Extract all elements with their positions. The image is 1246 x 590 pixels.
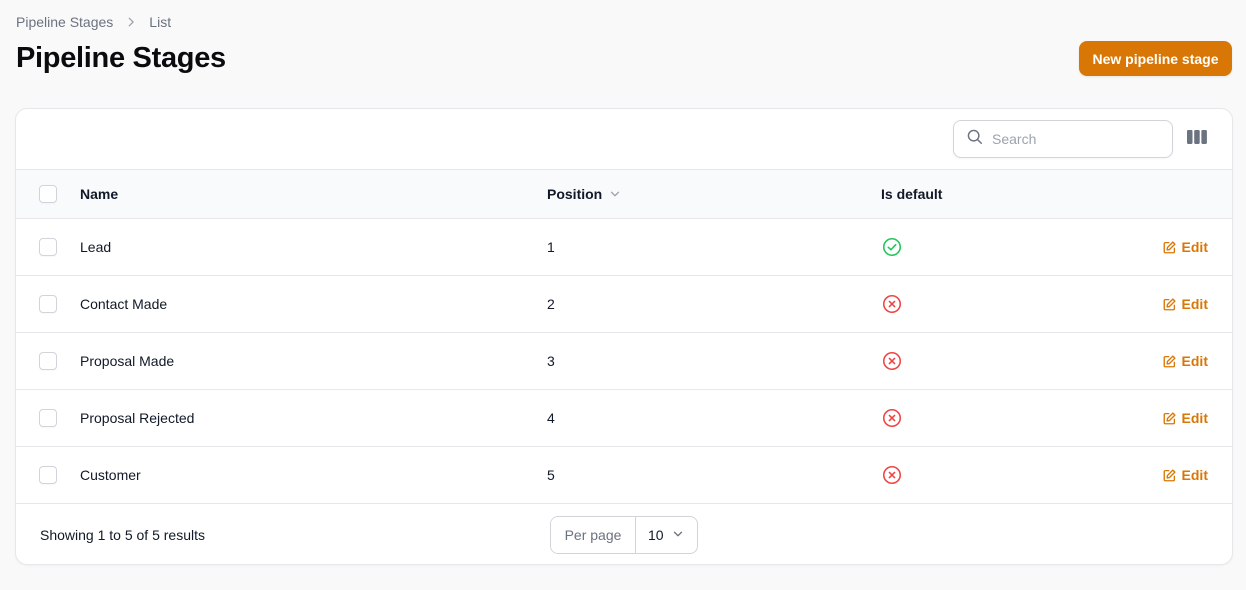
row-checkbox[interactable] [39,238,57,256]
chevron-down-icon [608,187,622,201]
edit-link[interactable]: Edit [1162,239,1208,255]
edit-label: Edit [1181,296,1208,312]
per-page-label: Per page [551,517,636,553]
row-position: 4 [547,410,555,426]
breadcrumb-item-pipeline-stages[interactable]: Pipeline Stages [16,14,113,30]
results-summary: Showing 1 to 5 of 5 results [40,527,205,543]
row-name: Lead [80,239,112,255]
table-card: Name Position Is default Lead1EditContac… [15,108,1233,565]
edit-link[interactable]: Edit [1162,296,1208,312]
pencil-square-icon [1162,240,1177,255]
edit-label: Edit [1181,467,1208,483]
edit-link[interactable]: Edit [1162,410,1208,426]
table-footer: Showing 1 to 5 of 5 results Per page 10 [16,504,1232,564]
row-name: Proposal Rejected [80,410,195,426]
edit-label: Edit [1181,410,1208,426]
chevron-down-icon [671,527,685,544]
edit-link[interactable]: Edit [1162,353,1208,369]
row-position: 2 [547,296,555,312]
table-row[interactable]: Proposal Made 3 Edit [16,333,1232,390]
column-header-position[interactable]: Position [547,170,622,218]
x-circle-icon [881,350,903,372]
edit-label: Edit [1181,239,1208,255]
columns-toggle-button[interactable] [1186,129,1208,149]
page-title: Pipeline Stages [16,42,226,74]
x-circle-icon [881,407,903,429]
table-header: Name Position Is default [16,170,1232,219]
edit-link[interactable]: Edit [1162,467,1208,483]
select-all-checkbox[interactable] [39,185,57,203]
row-name: Proposal Made [80,353,175,369]
new-pipeline-stage-button[interactable]: New pipeline stage [1079,41,1232,76]
table-row[interactable]: Lead 1 Edit [16,219,1232,276]
row-checkbox[interactable] [39,295,57,313]
pencil-square-icon [1162,411,1177,426]
row-name: Customer [80,467,141,483]
breadcrumb-item-list: List [149,14,172,30]
search-box[interactable] [953,120,1173,158]
table-row[interactable]: Customer 5 Edit [16,447,1232,504]
row-position: 1 [547,239,555,255]
row-checkbox[interactable] [39,352,57,370]
row-checkbox[interactable] [39,409,57,427]
check-circle-icon [881,236,903,258]
per-page-select[interactable]: Per page 10 [550,516,698,554]
table-toolbar [16,109,1232,170]
chevron-right-icon [123,14,139,30]
column-header-name[interactable]: Name [80,186,118,202]
row-checkbox[interactable] [39,466,57,484]
x-circle-icon [881,293,903,315]
pencil-square-icon [1162,468,1177,483]
pencil-square-icon [1162,354,1177,369]
per-page-value[interactable]: 10 [636,517,697,553]
row-position: 3 [547,353,555,369]
table-row[interactable]: Proposal Rejected 4 Edit [16,390,1232,447]
edit-label: Edit [1181,353,1208,369]
column-header-position-label: Position [547,186,603,202]
search-icon [966,128,984,151]
column-header-is-default[interactable]: Is default [881,186,942,202]
row-name: Contact Made [80,296,168,312]
breadcrumb: Pipeline Stages List [16,14,171,30]
per-page-value-text: 10 [648,527,664,543]
columns-icon [1187,129,1207,150]
pencil-square-icon [1162,297,1177,312]
row-position: 5 [547,467,555,483]
x-circle-icon [881,464,903,486]
search-input[interactable] [992,131,1162,147]
table-row[interactable]: Contact Made 2 Edit [16,276,1232,333]
